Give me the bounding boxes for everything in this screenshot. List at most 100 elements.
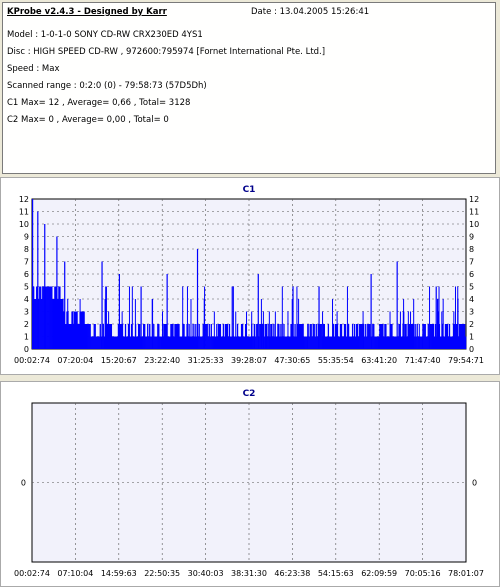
c2-xtick: 62:09:59 bbox=[361, 569, 397, 578]
c1-spike bbox=[166, 274, 168, 349]
c1-ytick-left: 4 bbox=[24, 295, 29, 304]
c1-ytick-right: 9 bbox=[469, 233, 474, 242]
c1-ytick-right: 5 bbox=[469, 283, 474, 292]
c2-xtick: 07:10:04 bbox=[57, 569, 93, 578]
c1-ytick-left: 8 bbox=[24, 245, 29, 254]
c2-chart: C2 0 0 00:02:74 07:10:04 14:59:63 22:50:35 30:4… bbox=[14, 389, 484, 578]
c1-ytick-left: 2 bbox=[24, 320, 29, 329]
c1-spike bbox=[203, 299, 205, 349]
c2-chart-panel: C2 0 0 00:02:74 07:10:04 14:59:63 22:50:35 30:4… bbox=[0, 381, 500, 587]
c2-xtick: 22:50:35 bbox=[144, 569, 180, 578]
c1-spike bbox=[67, 324, 69, 349]
c1-xtick: 00:02:74 bbox=[14, 356, 50, 365]
c1-ytick-right: 3 bbox=[469, 308, 474, 317]
c1-xtick: 47:30:65 bbox=[274, 356, 310, 365]
c1-ytick-right: 11 bbox=[469, 208, 479, 217]
c1-xtick: 07:20:04 bbox=[57, 356, 93, 365]
c1-spike bbox=[101, 261, 103, 349]
c1-spike bbox=[410, 311, 412, 349]
c1-spike bbox=[307, 324, 309, 349]
app-title: KProbe v2.4.3 - Designed by Karr bbox=[7, 7, 167, 17]
c2-summary-line: C2 Max= 0 , Average= 0,00 , Total= 0 bbox=[7, 115, 169, 125]
c1-spike bbox=[213, 311, 215, 349]
c1-chart: C10 01 12 23 34 45 56 67 78 89 910 1011 1112 1200:02:… bbox=[14, 185, 484, 365]
c1-xtick: 55:35:54 bbox=[318, 356, 354, 365]
c1-ytick-left: 5 bbox=[24, 283, 29, 292]
c1-spike bbox=[56, 236, 58, 349]
c2-xtick: 00:02:74 bbox=[14, 569, 50, 578]
c1-spike bbox=[118, 274, 120, 349]
c1-spike bbox=[121, 311, 123, 349]
c1-ytick-right: 7 bbox=[469, 258, 474, 267]
c1-spike bbox=[418, 324, 420, 349]
c1-spike bbox=[105, 286, 107, 349]
c1-spike bbox=[265, 324, 267, 349]
c1-spike bbox=[196, 249, 199, 349]
c2-xtick: 78:01:07 bbox=[448, 569, 484, 578]
c1-spike bbox=[457, 286, 459, 349]
c1-ytick-right: 2 bbox=[469, 320, 474, 329]
c1-spike bbox=[251, 311, 253, 349]
c1-xtick: 79:54:71 bbox=[448, 356, 484, 365]
scan-date: Date : 13.04.2005 15:26:41 bbox=[251, 7, 370, 17]
c1-spike bbox=[437, 299, 439, 349]
c1-chart-title: C1 bbox=[243, 185, 256, 195]
c2-xtick: 46:23:38 bbox=[274, 569, 310, 578]
c1-bar bbox=[464, 336, 467, 349]
c1-xtick: 23:22:40 bbox=[144, 356, 180, 365]
c1-spike bbox=[216, 324, 218, 349]
c1-spike bbox=[246, 311, 248, 349]
c1-ytick-right: 1 bbox=[469, 333, 474, 342]
c1-spike bbox=[128, 286, 130, 349]
c1-spike bbox=[298, 299, 300, 349]
c1-ytick-left: 12 bbox=[19, 195, 29, 204]
c1-xtick: 63:41:20 bbox=[361, 356, 397, 365]
c1-spike bbox=[336, 311, 338, 349]
c1-spike bbox=[134, 299, 136, 349]
c1-spike bbox=[442, 299, 444, 349]
c2-xtick: 54:15:63 bbox=[318, 569, 354, 578]
c1-spike bbox=[37, 211, 39, 349]
c1-spike bbox=[399, 311, 401, 349]
c2-ytick-left: 0 bbox=[21, 479, 26, 488]
c1-spike bbox=[435, 286, 437, 349]
c1-spike bbox=[322, 311, 324, 349]
c1-spike bbox=[32, 199, 34, 349]
c1-spike bbox=[190, 299, 192, 349]
c1-spike bbox=[262, 311, 264, 349]
c1-spike bbox=[429, 286, 431, 349]
c1-spike bbox=[287, 311, 289, 349]
c1-spike bbox=[44, 224, 46, 349]
c1-spike bbox=[318, 286, 320, 349]
c1-ytick-right: 6 bbox=[469, 270, 474, 279]
c1-ytick-left: 6 bbox=[24, 270, 29, 279]
c1-spike bbox=[108, 311, 110, 349]
scan-info-panel: KProbe v2.4.3 - Designed by Karr Date : … bbox=[2, 2, 496, 174]
c1-ytick-left: 7 bbox=[24, 258, 29, 267]
c1-ytick-left: 1 bbox=[24, 333, 29, 342]
c1-spike bbox=[64, 261, 66, 349]
c1-ytick-right: 0 bbox=[469, 345, 474, 354]
c1-spike bbox=[389, 311, 391, 349]
c1-xtick: 39:28:07 bbox=[231, 356, 267, 365]
c1-spike bbox=[413, 299, 415, 349]
c1-spike bbox=[407, 311, 409, 349]
c1-ytick-left: 0 bbox=[24, 345, 29, 354]
c1-spike bbox=[140, 286, 142, 349]
c1-spike bbox=[186, 286, 188, 349]
c2-chart-title: C2 bbox=[243, 389, 256, 399]
c1-xtick: 71:47:40 bbox=[405, 356, 441, 365]
c1-xtick: 31:25:33 bbox=[188, 356, 224, 365]
c1-xtick: 15:20:67 bbox=[101, 356, 137, 365]
c1-spike bbox=[281, 286, 283, 349]
c1-ytick-left: 10 bbox=[19, 220, 29, 229]
c1-spike bbox=[453, 311, 455, 349]
c1-spike bbox=[85, 324, 87, 349]
model-line: Model : 1-0-1-0 SONY CD-RW CRX230ED 4YS1 bbox=[7, 30, 203, 40]
c1-spike bbox=[79, 299, 81, 349]
c1-spike bbox=[274, 311, 276, 349]
c1-ytick-left: 3 bbox=[24, 308, 29, 317]
c1-ytick-right: 12 bbox=[469, 195, 479, 204]
c1-spike bbox=[162, 311, 164, 349]
c1-spike bbox=[188, 324, 190, 349]
